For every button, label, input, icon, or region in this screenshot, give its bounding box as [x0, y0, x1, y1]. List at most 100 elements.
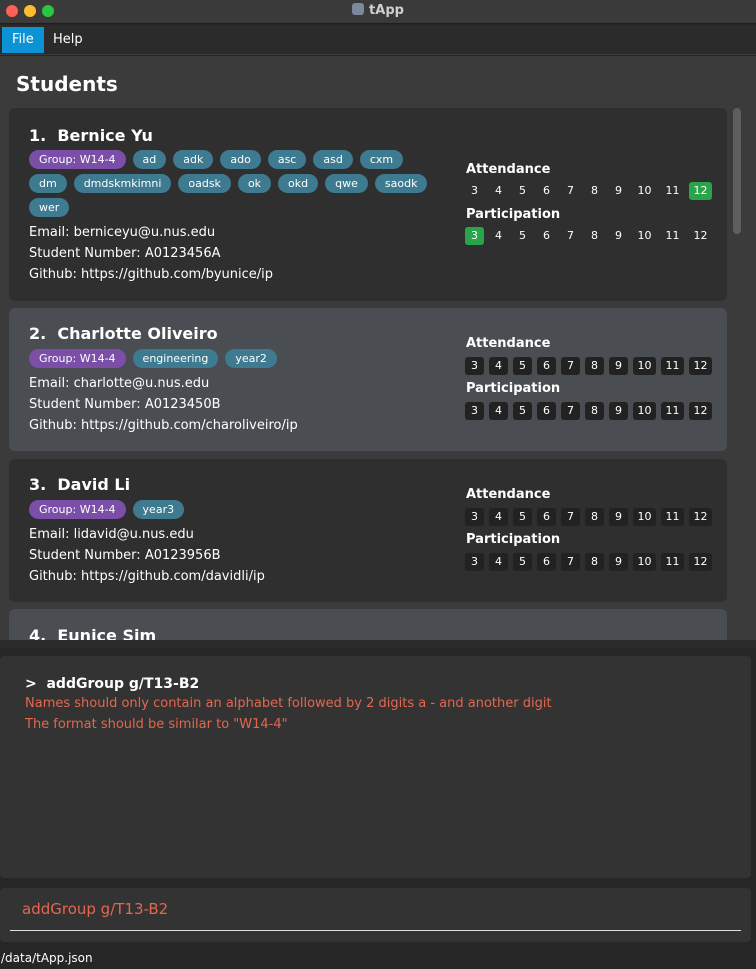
result-display: > addGroup g/T13-B2 Names should only co…: [0, 656, 751, 878]
tag-list: Group: W14-4 year3: [29, 500, 429, 519]
attendance-label: Attendance: [466, 336, 551, 351]
email-text: Email: lidavid@u.nus.edu: [29, 527, 194, 542]
week-chip-4: 4: [489, 402, 508, 420]
week-chip-6: 6: [537, 357, 556, 375]
email-text: Email: berniceyu@u.nus.edu: [29, 225, 216, 240]
student-index: 2.: [29, 324, 47, 343]
tag: dm: [29, 174, 67, 193]
attendance-weeks: 3 4 5 6 7 8 9 10 11 12: [465, 508, 717, 526]
status-bar: /data/tApp.json: [0, 949, 756, 969]
github-text: Github: https://github.com/davidli/ip: [29, 569, 265, 584]
week-chip-12: 12: [693, 229, 708, 242]
student-name-text: David Li: [57, 475, 131, 494]
week-chip-3: 3: [465, 227, 484, 245]
student-number-text: Student Number: A0123450B: [29, 397, 221, 412]
tag: okd: [278, 174, 319, 193]
week-chip-9: 9: [615, 184, 622, 197]
app-icon: [352, 3, 365, 15]
participation-weeks: 3 4 5 6 7 8 9 10 11 12: [465, 402, 717, 420]
menu-help[interactable]: Help: [43, 27, 93, 53]
week-chip-6: 6: [543, 229, 550, 242]
student-card-selected[interactable]: 2. Charlotte Oliveiro Group: W14-4 engin…: [9, 308, 727, 451]
list-scrollbar[interactable]: [733, 108, 741, 234]
week-chip-8: 8: [585, 357, 604, 375]
week-chip-10: 10: [633, 508, 656, 526]
group-tag: Group: W14-4: [29, 349, 126, 368]
menu-file[interactable]: File: [2, 27, 44, 53]
week-chip-8: 8: [585, 553, 604, 571]
week-chip-6: 6: [537, 508, 556, 526]
week-chip-8: 8: [585, 508, 604, 526]
participation-label: Participation: [466, 207, 561, 222]
tag: oadsk: [178, 174, 231, 193]
participation-label: Participation: [466, 381, 561, 396]
attendance-label: Attendance: [466, 487, 551, 502]
tag: asc: [267, 150, 307, 169]
student-name: 2. Charlotte Oliveiro: [29, 324, 218, 343]
week-chip-11: 11: [661, 553, 684, 571]
student-name: 1. Bernice Yu: [29, 126, 153, 145]
email-text: Email: charlotte@u.nus.edu: [29, 376, 210, 391]
save-location-text: /data/tApp.json: [1, 951, 93, 965]
week-chip-9: 9: [609, 508, 628, 526]
week-chip-10: 10: [637, 184, 652, 197]
student-card[interactable]: 4. Eunice Sim: [9, 609, 727, 640]
week-chip-10: 10: [633, 553, 656, 571]
group-tag: Group: W14-4: [29, 150, 126, 169]
week-chip-4: 4: [489, 357, 508, 375]
week-chip-11: 11: [661, 508, 684, 526]
student-card[interactable]: 1. Bernice Yu Group: W14-4 ad adk ado as…: [9, 108, 727, 301]
week-chip-7: 7: [561, 553, 580, 571]
week-chip-5: 5: [513, 553, 532, 571]
attendance-weeks: 3 4 5 6 7 8 9 10 11 12: [465, 357, 717, 375]
tag: dmdskmkimni: [73, 174, 172, 193]
student-index: 3.: [29, 475, 47, 494]
week-chip-11: 11: [661, 402, 684, 420]
week-chip-8: 8: [591, 229, 598, 242]
week-chip-12: 12: [689, 182, 712, 200]
week-chip-5: 5: [513, 508, 532, 526]
tag: cxm: [359, 150, 404, 169]
tag: adk: [173, 150, 214, 169]
panel-divider[interactable]: [0, 640, 756, 648]
tag-list: Group: W14-4 engineering year2: [29, 349, 429, 368]
title-bar: tApp: [0, 0, 756, 24]
week-chip-7: 7: [561, 508, 580, 526]
week-chip-4: 4: [495, 184, 502, 197]
week-chip-7: 7: [567, 229, 574, 242]
tag: saodk: [374, 174, 428, 193]
student-details: Email: charlotte@u.nus.edu Student Numbe…: [29, 373, 298, 436]
student-name: 4. Eunice Sim: [29, 626, 156, 640]
command-input[interactable]: [10, 888, 741, 931]
week-chip-5: 5: [513, 402, 532, 420]
window-title-text: tApp: [369, 3, 404, 18]
week-chip-6: 6: [537, 553, 556, 571]
student-card[interactable]: 3. David Li Group: W14-4 year3 Email: li…: [9, 459, 727, 602]
tag: ad: [132, 150, 167, 169]
tag: engineering: [132, 349, 219, 368]
week-chip-10: 10: [637, 229, 652, 242]
week-chip-12: 12: [689, 402, 712, 420]
week-chip-4: 4: [495, 229, 502, 242]
week-chip-8: 8: [585, 402, 604, 420]
week-chip-5: 5: [513, 357, 532, 375]
participation-weeks: 3 4 5 6 7 8 9 10 11 12: [465, 227, 717, 245]
week-chip-9: 9: [609, 553, 628, 571]
student-index: 1.: [29, 126, 47, 145]
result-command: > addGroup g/T13-B2: [25, 676, 199, 692]
week-chip-7: 7: [561, 402, 580, 420]
week-chip-9: 9: [609, 402, 628, 420]
tag: wer: [29, 198, 70, 217]
group-tag: Group: W14-4: [29, 500, 126, 519]
participation-label: Participation: [466, 532, 561, 547]
week-chip-12: 12: [689, 553, 712, 571]
github-text: Github: https://github.com/charoliveiro/…: [29, 418, 298, 433]
week-chip-4: 4: [489, 508, 508, 526]
week-chip-12: 12: [689, 508, 712, 526]
student-index: 4.: [29, 626, 47, 640]
week-chip-12: 12: [689, 357, 712, 375]
tag-list: Group: W14-4 ad adk ado asc asd cxm dm d…: [29, 150, 429, 217]
error-message-line: The format should be similar to "W14-4": [25, 717, 288, 732]
tag: ado: [220, 150, 261, 169]
student-details: Email: lidavid@u.nus.edu Student Number:…: [29, 524, 265, 587]
